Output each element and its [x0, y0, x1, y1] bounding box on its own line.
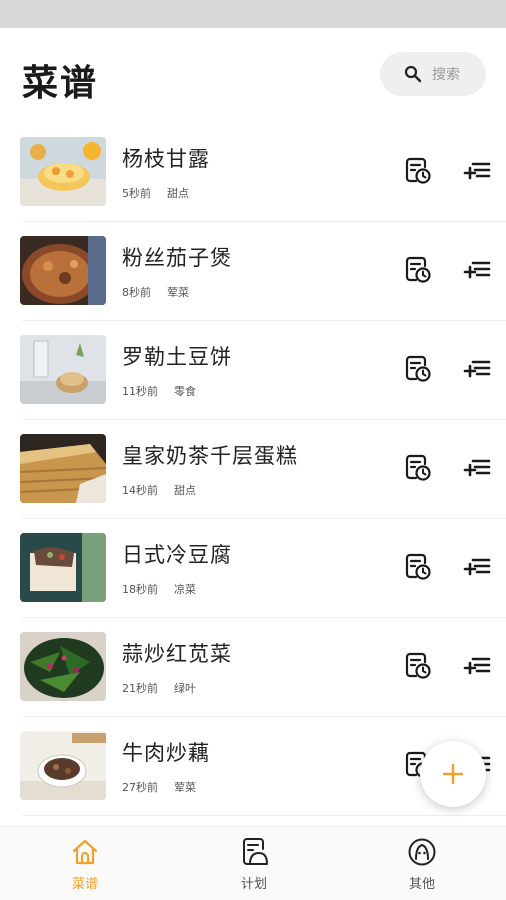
recipe-time: 21秒前 — [122, 682, 158, 695]
add-to-list-icon[interactable] — [460, 649, 494, 683]
recipe-row[interactable]: 皇家奶茶千层蛋糕 14秒前 甜点 — [0, 420, 506, 519]
recipe-category: 零食 — [174, 385, 196, 398]
recipe-time: 11秒前 — [122, 385, 158, 398]
recipe-list: 杨枝甘露 5秒前 甜点 粉丝茄子煲 8秒前 荤菜 罗勒土豆饼 11秒前 零食 皇家奶茶… — [0, 123, 506, 816]
search-placeholder: 搜索 — [432, 67, 460, 83]
plan-icon[interactable] — [400, 649, 434, 683]
recipe-category: 荤菜 — [174, 781, 196, 794]
tab-label: 菜谱 — [71, 877, 98, 892]
recipe-thumbnail — [20, 731, 106, 800]
recipe-meta: 18秒前 凉菜 — [122, 581, 196, 597]
recipe-time: 14秒前 — [122, 484, 158, 497]
search-icon — [404, 65, 422, 83]
recipe-row[interactable]: 蒜炒红苋菜 21秒前 绿叶 — [0, 618, 506, 717]
add-to-list-icon[interactable] — [460, 550, 494, 584]
add-recipe-button[interactable] — [420, 741, 486, 807]
add-to-list-icon[interactable] — [460, 352, 494, 386]
add-to-list-icon[interactable] — [460, 154, 494, 188]
bottom-tab-bar: 菜谱 计划 其他 — [0, 826, 506, 900]
recipe-name: 罗勒土豆饼 — [122, 345, 232, 369]
plan-icon[interactable] — [400, 253, 434, 287]
recipe-name: 牛肉炒藕 — [122, 741, 210, 765]
recipe-meta: 8秒前 荤菜 — [122, 284, 189, 300]
recipe-thumbnail — [20, 236, 106, 305]
search-bar[interactable]: 搜索 — [380, 52, 486, 96]
recipe-meta: 27秒前 荤菜 — [122, 779, 196, 795]
recipe-row[interactable]: 罗勒土豆饼 11秒前 零食 — [0, 321, 506, 420]
recipe-meta: 11秒前 零食 — [122, 383, 196, 399]
recipe-name: 蒜炒红苋菜 — [122, 642, 232, 666]
plan-icon[interactable] — [400, 154, 434, 188]
recipe-category: 凉菜 — [174, 583, 196, 596]
recipe-thumbnail — [20, 434, 106, 503]
row-divider — [22, 815, 506, 816]
recipe-category: 绿叶 — [174, 682, 196, 695]
recipe-row[interactable]: 杨枝甘露 5秒前 甜点 — [0, 123, 506, 222]
recipe-name: 皇家奶茶千层蛋糕 — [122, 444, 298, 468]
recipe-time: 27秒前 — [122, 781, 158, 794]
plan-icon[interactable] — [400, 451, 434, 485]
plus-icon — [442, 763, 464, 785]
add-to-list-icon[interactable] — [460, 451, 494, 485]
tab-recipes[interactable]: 菜谱 — [35, 837, 135, 892]
recipe-time: 5秒前 — [122, 187, 151, 200]
tab-label: 其他 — [408, 877, 435, 892]
tab-label: 计划 — [240, 877, 267, 892]
recipe-thumbnail — [20, 632, 106, 701]
recipe-meta: 14秒前 甜点 — [122, 482, 196, 498]
recipe-thumbnail — [20, 533, 106, 602]
recipe-name: 粉丝茄子煲 — [122, 246, 232, 270]
header: 菜谱 搜索 — [0, 28, 506, 123]
plan-icon[interactable] — [400, 352, 434, 386]
recipe-row[interactable]: 日式冷豆腐 18秒前 凉菜 — [0, 519, 506, 618]
recipe-meta: 21秒前 绿叶 — [122, 680, 196, 696]
recipe-time: 18秒前 — [122, 583, 158, 596]
status-bar — [0, 0, 506, 28]
tab-other[interactable]: 其他 — [372, 837, 472, 892]
recipe-meta: 5秒前 甜点 — [122, 185, 189, 201]
recipe-category: 甜点 — [167, 187, 189, 200]
profile-icon — [408, 838, 436, 866]
home-icon — [72, 839, 98, 865]
recipe-category: 甜点 — [174, 484, 196, 497]
tab-plan[interactable]: 计划 — [204, 837, 304, 892]
recipe-thumbnail — [20, 335, 106, 404]
recipe-thumbnail — [20, 137, 106, 206]
add-to-list-icon[interactable] — [460, 253, 494, 287]
plan-icon[interactable] — [400, 550, 434, 584]
recipe-row[interactable]: 粉丝茄子煲 8秒前 荤菜 — [0, 222, 506, 321]
recipe-time: 8秒前 — [122, 286, 151, 299]
recipe-category: 荤菜 — [167, 286, 189, 299]
recipe-name: 杨枝甘露 — [122, 147, 210, 171]
recipe-name: 日式冷豆腐 — [122, 543, 232, 567]
page-title: 菜谱 — [22, 63, 99, 104]
plan-icon — [243, 838, 268, 865]
